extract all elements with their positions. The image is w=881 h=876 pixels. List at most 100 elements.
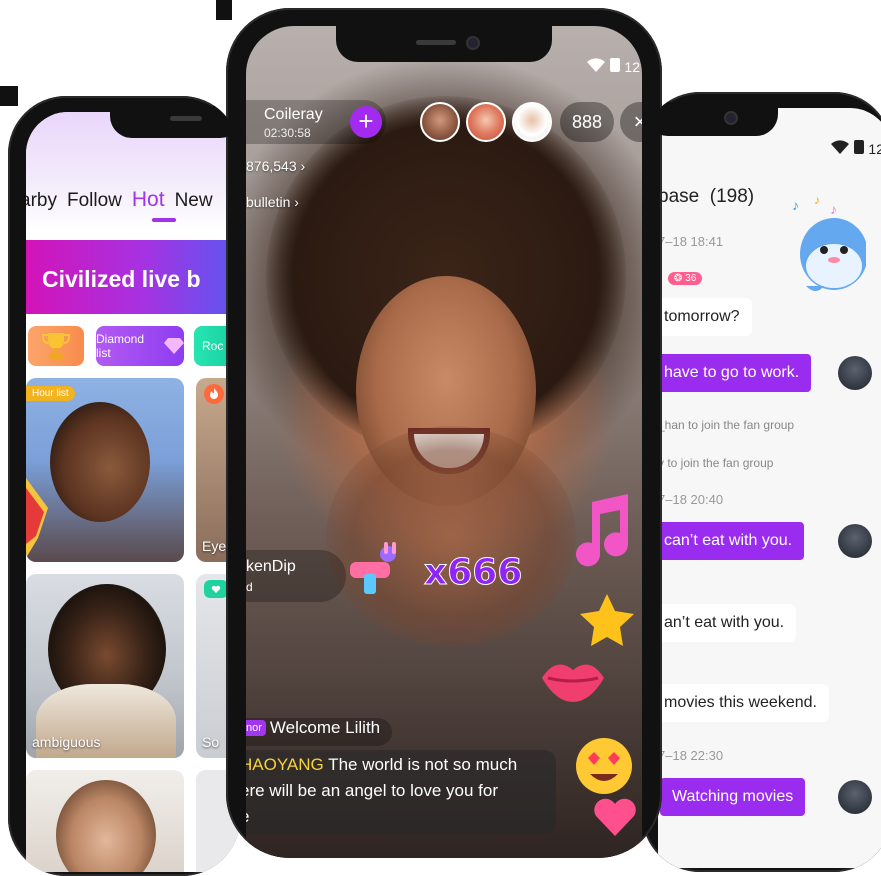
center-phone: 12 Coileray 02:30:58 + 888 × 876,543 › b… [226, 8, 662, 858]
battery-icon [853, 140, 864, 154]
streamer-photo [56, 780, 156, 872]
lips-icon [542, 664, 604, 702]
message-bubble: movies this weekend. [658, 684, 829, 722]
status-time: 12 [868, 141, 881, 157]
tab-new[interactable]: New [175, 190, 213, 211]
rock-list-label: Roc [202, 339, 224, 353]
tab-nearby[interactable]: arby [26, 190, 57, 211]
active-tab-indicator [152, 218, 176, 222]
message-date: 7–18 22:30 [658, 748, 724, 763]
room-caption: Eye [202, 538, 227, 554]
heart-icon [594, 798, 636, 836]
welcome-message: nor Welcome Lilith [246, 718, 393, 746]
status-bar: 12 [586, 56, 640, 75]
fan-chat-screen: 12 base (198) ♪ ♪ ♪ 7–18 18:41 ❂ 36 tomo… [658, 108, 881, 868]
front-camera [468, 38, 478, 48]
message-bubble: tomorrow? [658, 298, 752, 336]
promo-banner[interactable]: Civilized live b [26, 240, 240, 314]
speaker [170, 116, 202, 121]
host-info[interactable]: Coileray 02:30:58 + [246, 100, 386, 144]
tab-follow[interactable]: Follow [67, 190, 122, 211]
notch [110, 106, 240, 138]
gift-combo: x666 [423, 552, 523, 594]
notch [646, 102, 778, 136]
live-room-card[interactable]: ambiguous [26, 574, 184, 758]
gift-notification: kenDip d [246, 550, 346, 602]
host-name: Coileray [264, 106, 323, 123]
fire-icon [204, 384, 224, 404]
chat-text-line: e [246, 804, 556, 830]
live-room-card[interactable] [26, 770, 184, 872]
group-title: base (198) [658, 186, 755, 207]
wifi-icon [830, 140, 849, 154]
message-bubble-self: have to go to work. [658, 354, 812, 392]
viewer-avatar[interactable] [466, 102, 506, 142]
chat-text-line: The world is not so much [323, 755, 518, 774]
system-message: y to join the fan group [658, 456, 774, 470]
chat-text-line: ere will be an angel to love you for [246, 781, 498, 800]
category-tabs: arby Follow Hot New [26, 188, 223, 212]
heart-badge-icon [204, 580, 228, 598]
bulletin-link[interactable]: bulletin › [246, 194, 299, 210]
notch [336, 26, 552, 62]
left-phone: arby Follow Hot New Civilized live b Diamon… [8, 96, 240, 876]
welcome-text: Welcome Lilith [269, 718, 381, 737]
wifi-icon [586, 58, 605, 72]
trophy-icon [42, 333, 70, 359]
speaker [416, 40, 456, 45]
svg-text:♪: ♪ [830, 201, 837, 217]
status-bar: 12 [830, 138, 881, 157]
live-list-screen: arby Follow Hot New Civilized live b Diamon… [26, 112, 240, 872]
message-bubble: an’t eat with you. [658, 604, 797, 642]
system-message: _han to join the fan group [658, 418, 795, 432]
status-time: 12 [624, 59, 640, 75]
music-note-icon [576, 494, 629, 567]
level-value: 36 [685, 273, 697, 284]
diamond-list-label: Diamond list [96, 332, 145, 360]
live-room-card[interactable]: Hour list [26, 378, 184, 562]
level-icon: ❂ [674, 273, 683, 284]
tab-hot[interactable]: Hot [132, 188, 165, 211]
message-date: 7–18 18:41 [658, 234, 724, 249]
contribution-count[interactable]: 876,543 › [246, 158, 305, 174]
close-button[interactable]: × [620, 102, 642, 142]
viewer-count[interactable]: 888 [560, 102, 614, 142]
avatar [838, 524, 872, 558]
right-phone: 12 base (198) ♪ ♪ ♪ 7–18 18:41 ❂ 36 tomo… [642, 92, 881, 872]
message-date: 7–18 20:40 [658, 492, 724, 507]
viewer-avatar[interactable] [512, 102, 552, 142]
water-gun-gift-icon [350, 542, 396, 594]
streamer-photo [50, 402, 150, 522]
follow-button[interactable]: + [350, 106, 382, 138]
gift-subtitle: d [246, 580, 253, 594]
live-duration: 02:30:58 [264, 126, 311, 140]
room-caption: ambiguous [32, 734, 101, 750]
diamond-icon [164, 338, 184, 354]
trophy-list-button[interactable] [28, 326, 84, 366]
flag-decoration [26, 478, 48, 558]
heart-eyes-emoji [576, 738, 632, 794]
room-caption: So [202, 734, 220, 750]
decor-square [216, 0, 232, 20]
svg-text:♪: ♪ [792, 197, 799, 213]
live-stream-screen: 12 Coileray 02:30:58 + 888 × 876,543 › b… [246, 26, 642, 858]
decor-square [0, 86, 18, 106]
diamond-list-button[interactable]: Diamond list [96, 326, 184, 366]
banner-title: Civilized live b [42, 266, 201, 292]
avatar [838, 780, 872, 814]
level-badge: ❂ 36 [668, 272, 703, 285]
viewer-avatar[interactable] [420, 102, 460, 142]
chat-username: HAOYANG [246, 755, 324, 774]
svg-text:♪: ♪ [814, 194, 820, 207]
front-camera [726, 113, 736, 123]
hour-list-badge: Hour list [26, 386, 75, 401]
star-icon [580, 594, 634, 646]
noble-badge: nor [246, 720, 266, 736]
message-bubble-self: can’t eat with you. [658, 522, 805, 560]
message-bubble-self: Watching movies [660, 778, 806, 816]
live-chat-message: HAOYANG The world is not so much ere wil… [246, 750, 556, 834]
gift-sender: kenDip [246, 558, 296, 575]
avatar [838, 356, 872, 390]
streamer-hands [326, 426, 576, 646]
battery-icon [609, 58, 620, 72]
